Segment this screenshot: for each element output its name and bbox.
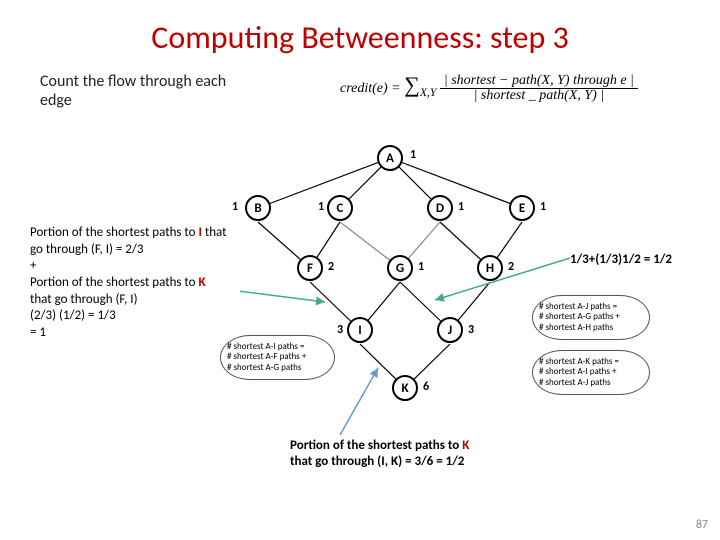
note-left-text3: Portion of the shortest paths to [30, 275, 198, 290]
cloud-right-top: # shortest A-J paths =# shortest A-G pat… [532, 295, 650, 340]
note-bottom-text: Portion of the shortest paths to [290, 438, 462, 453]
note-left-hl-i: I [198, 225, 201, 240]
subtitle: Count the flow through each edge [40, 72, 250, 110]
cloud-left: # shortest A-I paths =# shortest A-F pat… [220, 335, 335, 380]
note-bottom: Portion of the shortest paths to K that … [290, 438, 470, 471]
note-left: Portion of the shortest paths to I that … [30, 225, 230, 341]
node-a: A [377, 145, 403, 171]
node-d: D [427, 195, 453, 221]
formula-denominator: | shortest _ path(X, Y) | [440, 89, 638, 104]
note-left-plus: + [30, 258, 36, 273]
weight-a: 1 [410, 148, 416, 162]
graph-diagram: A B C D E F G H I J K 1 1 1 1 1 2 1 2 3 … [240, 140, 680, 440]
note-left-text: Portion of the shortest paths to [30, 225, 198, 240]
node-f: F [297, 255, 323, 281]
weight-b: 1 [232, 200, 238, 214]
note-left-hl-k: K [198, 275, 205, 290]
weight-j: 3 [468, 323, 474, 337]
sigma-icon: ∑ [404, 72, 420, 97]
sum-subscript: X,Y [420, 86, 437, 99]
formula-numerator: | shortest − path(X, Y) through e | [440, 74, 638, 90]
weight-g: 1 [418, 260, 424, 274]
node-c: C [327, 195, 353, 221]
weight-i: 3 [337, 323, 343, 337]
weight-d: 1 [458, 200, 464, 214]
formula-lhs: credit(e) = [340, 81, 404, 96]
node-h: H [477, 255, 503, 281]
weight-e: 1 [540, 200, 546, 214]
note-bottom-text2: that go through (I, K) = 3/6 = 1/2 [290, 454, 464, 469]
node-g: G [387, 255, 413, 281]
note-bottom-hl-k: K [462, 438, 469, 453]
node-j: J [437, 317, 463, 343]
weight-f: 2 [328, 260, 334, 274]
credit-formula: credit(e) = ∑X,Y | shortest − path(X, Y)… [340, 72, 638, 104]
slide-number: 87 [696, 518, 708, 532]
note-left-calc: (2/3) (1/2) = 1/3 [30, 308, 116, 323]
weight-c: 1 [318, 200, 324, 214]
page-title: Computing Betweenness: step 3 [0, 0, 720, 57]
weight-k: 6 [423, 380, 429, 394]
note-left-text4: that go through (F, I) [30, 292, 138, 307]
cloud-right-bot: # shortest A-K paths =# shortest A-I pat… [532, 350, 650, 395]
weight-h: 2 [508, 260, 514, 274]
node-k: K [392, 375, 418, 401]
node-b: B [245, 195, 271, 221]
note-left-result: = 1 [30, 325, 46, 340]
node-i: I [347, 317, 373, 343]
node-e: E [509, 195, 535, 221]
